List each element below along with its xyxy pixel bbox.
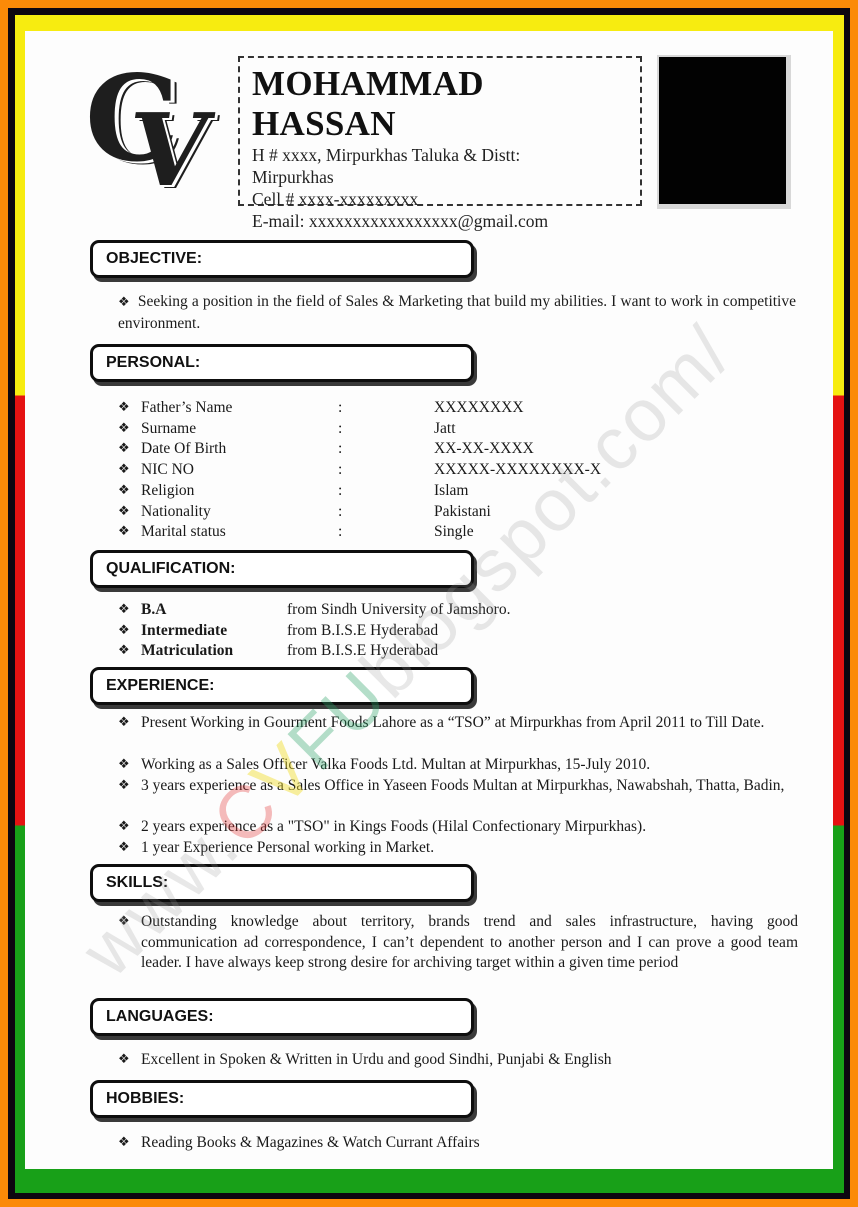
email-address: E-mail: xxxxxxxxxxxxxxxxx@gmail.com <box>252 211 549 231</box>
personal-value: XX-XX-XXXX <box>434 440 534 458</box>
personal-value: Islam <box>434 481 469 499</box>
personal-separator: : <box>338 461 343 479</box>
qualification-institution: from B.I.S.E Hyderabad <box>287 621 439 639</box>
section-header-qualification: QUALIFICATION: <box>90 550 474 588</box>
cv-monogram-logo: C V <box>85 60 217 210</box>
hobbies-item: ❖ Reading Books & Magazines & Watch Curr… <box>118 1133 798 1154</box>
personal-separator: : <box>338 419 343 437</box>
experience-text: Present Working in Gourment Foods Lahore… <box>141 714 765 731</box>
section-header-personal: PERSONAL: <box>90 344 474 382</box>
personal-row: ❖ Marital status: Single <box>118 522 618 543</box>
personal-value: XXXXXXXX <box>434 399 524 416</box>
qualification-degree: Intermediate <box>141 621 228 639</box>
bullet-icon: ❖ <box>118 757 130 772</box>
personal-separator: : <box>338 481 343 499</box>
personal-label: Marital status <box>141 523 226 541</box>
candidate-name: MOHAMMAD HASSAN <box>252 64 484 143</box>
bullet-icon: ❖ <box>118 503 130 519</box>
experience-item: ❖ 3 years experience as a Sales Office i… <box>118 776 798 797</box>
cell-number: Cell # xxxx-xxxxxxxxx <box>252 189 419 209</box>
bullet-icon: ❖ <box>118 295 130 310</box>
bullet-icon: ❖ <box>118 524 130 540</box>
experience-item: ❖ 1 year Experience Personal working in M… <box>118 838 798 859</box>
section-header-skills: SKILLS: <box>90 864 474 902</box>
languages-item: ❖ Excellent in Spoken & Written in Urdu … <box>118 1050 798 1071</box>
personal-label: Religion <box>141 481 195 499</box>
bullet-icon: ❖ <box>118 1052 130 1067</box>
bullet-icon: ❖ <box>118 482 130 498</box>
qualification-row: ❖ B.A from Sindh University of Jamshoro. <box>118 600 618 621</box>
qualification-institution: from Sindh University of Jamshoro. <box>287 601 511 618</box>
qualification-row: ❖ Intermediate from B.I.S.E Hyderabad <box>118 621 618 642</box>
address-line-2: Mirpurkhas <box>252 167 334 187</box>
contact-header-box: MOHAMMAD HASSAN H # xxxx, Mirpurkhas Tal… <box>238 56 642 231</box>
personal-value: Single <box>434 523 474 541</box>
bullet-icon: ❖ <box>118 819 130 834</box>
bullet-icon: ❖ <box>118 1135 130 1150</box>
profile-photo-placeholder <box>657 55 791 209</box>
personal-value: XXXXX-XXXXXXXX-X <box>434 461 602 479</box>
personal-row: ❖ Nationality: Pakistani <box>118 502 618 523</box>
experience-text: 3 years experience as a Sales Office in … <box>141 777 785 794</box>
qualification-institution: from B.I.S.E Hyderabad <box>287 642 439 660</box>
bullet-icon: ❖ <box>118 778 130 793</box>
personal-separator: : <box>338 440 343 458</box>
personal-value: Pakistani <box>434 502 491 520</box>
personal-label: Date Of Birth <box>141 440 227 458</box>
section-header-experience: EXPERIENCE: <box>90 667 474 705</box>
personal-label: NIC NO <box>141 461 194 479</box>
personal-row: ❖ NIC NO: XXXXX-XXXXXXXX-X <box>118 460 618 481</box>
bullet-icon: ❖ <box>118 643 130 659</box>
personal-separator: : <box>338 399 343 416</box>
section-header-languages: LANGUAGES: <box>90 998 474 1036</box>
bullet-icon: ❖ <box>118 602 130 617</box>
experience-text: Working as a Sales Officer Valka Foods L… <box>141 756 651 773</box>
section-header-hobbies: HOBBIES: <box>90 1080 474 1118</box>
bullet-icon: ❖ <box>118 622 130 638</box>
bullet-icon: ❖ <box>118 462 130 478</box>
bullet-icon: ❖ <box>118 441 130 457</box>
personal-row: ❖ Father’s Name: XXXXXXXX <box>118 398 618 419</box>
qualification-degree: Matriculation <box>141 642 234 660</box>
hobbies-text: Reading Books & Magazines & Watch Curran… <box>141 1134 480 1151</box>
experience-text: 1 year Experience Personal working in Ma… <box>141 839 435 856</box>
personal-label: Nationality <box>141 502 211 520</box>
bullet-icon: ❖ <box>118 400 130 415</box>
objective-text: ❖ Seeking a position in the field of Sale… <box>118 292 796 334</box>
personal-row: ❖ Date Of Birth: XX-XX-XXXX <box>118 439 618 460</box>
experience-text: 2 years experience as a "TSO" in Kings F… <box>141 818 647 835</box>
personal-label: Surname <box>141 419 197 437</box>
personal-label: Father’s Name <box>141 399 233 416</box>
bullet-icon: ❖ <box>118 914 130 929</box>
personal-row: ❖ Surname: Jatt <box>118 419 618 440</box>
qualification-degree: B.A <box>141 601 167 618</box>
personal-separator: : <box>338 523 343 541</box>
address-line-1: H # xxxx, Mirpurkhas Taluka & Distt: <box>252 145 521 165</box>
skills-text: Outstanding knowledge about territory, b… <box>141 913 798 972</box>
bullet-icon: ❖ <box>118 840 130 855</box>
qualification-row: ❖ Matriculation from B.I.S.E Hyderabad <box>118 641 618 662</box>
bullet-icon: ❖ <box>118 715 130 730</box>
personal-row: ❖ Religion: Islam <box>118 481 618 502</box>
personal-value: Jatt <box>434 419 456 437</box>
experience-item: ❖ Present Working in Gourment Foods Lahor… <box>118 713 798 734</box>
objective-text-body: Seeking a position in the field of Sales… <box>118 293 796 332</box>
section-header-objective: OBJECTIVE: <box>90 240 474 278</box>
experience-item: ❖ 2 years experience as a "TSO" in Kings … <box>118 817 798 838</box>
personal-separator: : <box>338 502 343 520</box>
skills-item: ❖ Outstanding knowledge about territory,… <box>118 912 798 974</box>
bullet-icon: ❖ <box>118 420 130 436</box>
languages-text: Excellent in Spoken & Written in Urdu an… <box>141 1051 612 1068</box>
experience-item: ❖ Working as a Sales Officer Valka Foods … <box>118 755 798 776</box>
cv-logo-letter-v: V <box>122 91 217 209</box>
